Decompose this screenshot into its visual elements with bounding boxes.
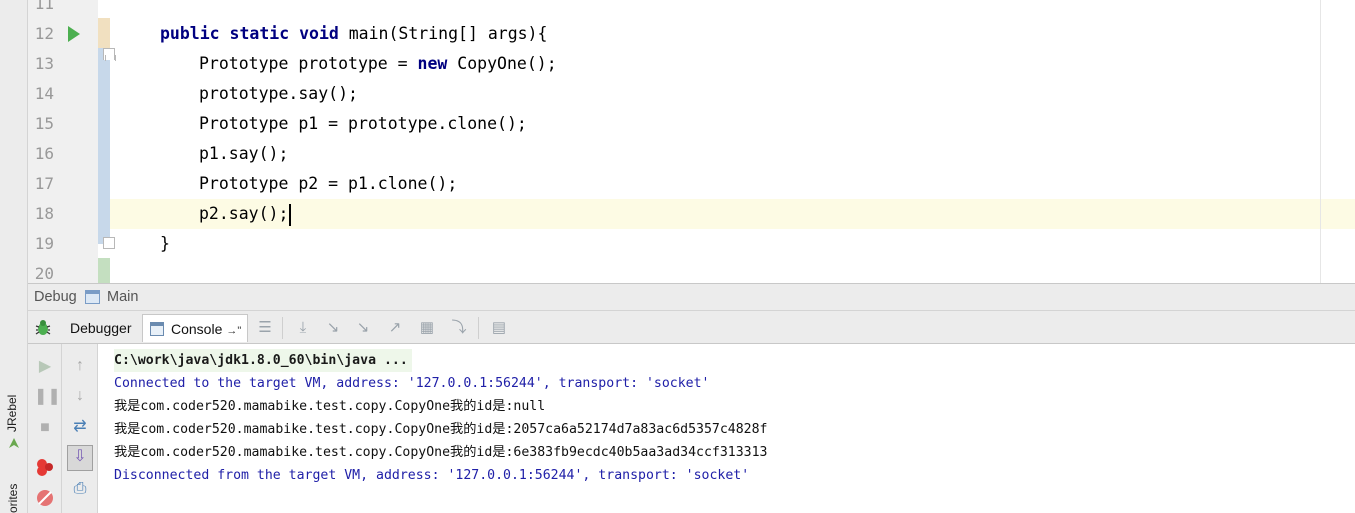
force-step-into-icon[interactable]: ↘: [354, 319, 372, 337]
console-line: Connected to the target VM, address: '12…: [114, 376, 710, 391]
keyword: public static void: [160, 24, 339, 43]
view-breakpoints-icon[interactable]: [34, 456, 56, 478]
console-actions-column: ↑ ↓ ⇄ ⇩ ⎙: [62, 344, 98, 513]
keyword: new: [417, 54, 448, 73]
console-line: 我是com.coder520.mamabike.test.copy.CopyOn…: [114, 422, 768, 437]
code-token: CopyOne();: [447, 54, 557, 73]
tab-console[interactable]: Console →": [142, 314, 249, 342]
code-token: p2.say();: [199, 204, 289, 223]
console-output[interactable]: C:\work\java\jdk1.8.0_60\bin\java ... Co…: [98, 344, 1355, 513]
code-line: 18 p2.say();: [28, 199, 1355, 229]
scroll-to-end-icon[interactable]: ⇩: [67, 445, 93, 471]
code-text: p1.say();: [199, 144, 289, 163]
code-text: Prototype p2 = p1.clone();: [199, 174, 458, 193]
tab-restore-icon[interactable]: →": [226, 325, 241, 337]
step-out-icon[interactable]: ↗: [386, 319, 404, 337]
code-line: 17 Prototype p2 = p1.clone();: [28, 169, 1355, 199]
code-token: main(String[] args){: [338, 24, 548, 43]
text-caret: [289, 203, 292, 226]
tab-debugger[interactable]: Debugger: [64, 314, 138, 342]
toolbar-separator: [478, 317, 479, 339]
console-icon: [150, 322, 164, 336]
console-line: Disconnected from the target VM, address…: [114, 468, 750, 483]
code-line: 20: [28, 259, 1355, 283]
code-text: prototype.say();: [199, 84, 358, 103]
debug-tool-window-header: Debug Main: [28, 283, 1355, 311]
line-number: 18: [34, 204, 54, 223]
console-line: 我是com.coder520.mamabike.test.copy.CopyOn…: [114, 399, 546, 414]
debug-tab-bar: Debugger Console →" ☰ ⤓ ↘ ↘ ↗ ▦ ⤵ ▤: [28, 311, 1355, 344]
debug-title: Debug: [34, 289, 77, 305]
up-arrow-icon[interactable]: ↑: [69, 355, 91, 377]
mute-breakpoints-icon[interactable]: [34, 487, 56, 509]
code-text: Prototype prototype = new CopyOne();: [199, 49, 557, 79]
code-line: 11: [28, 0, 1355, 19]
run-gutter-icon[interactable]: [68, 26, 80, 42]
resume-icon[interactable]: ▶: [34, 356, 56, 378]
line-number: 20: [34, 264, 54, 283]
tab-console-label: Console: [171, 321, 223, 337]
code-text: public static void main(String[] args){: [160, 19, 547, 49]
code-line: 19 }: [28, 229, 1355, 259]
line-number: 15: [34, 114, 54, 133]
jrebel-tab[interactable]: JRebel: [5, 395, 19, 432]
line-number: 13: [34, 54, 54, 73]
line-number: 16: [34, 144, 54, 163]
debug-actions-column: ▶ ❚❚ ■: [28, 344, 62, 513]
code-editor[interactable]: 11 12 public static void main(String[] a…: [28, 0, 1355, 283]
step-into-icon[interactable]: ↘: [324, 319, 342, 337]
left-tool-strip: JRebel orites: [0, 0, 28, 513]
line-number: 17: [34, 174, 54, 193]
console-command-line: C:\work\java\jdk1.8.0_60\bin\java ...: [114, 349, 412, 372]
run-config-name[interactable]: Main: [107, 289, 138, 305]
code-line: 15 Prototype p1 = prototype.clone();: [28, 109, 1355, 139]
line-number: 19: [34, 234, 54, 253]
code-line: 13 Prototype prototype = new CopyOne();: [28, 49, 1355, 79]
down-arrow-icon[interactable]: ↓: [69, 385, 91, 407]
line-number: 11: [34, 0, 54, 13]
show-execution-point-icon[interactable]: ☰: [256, 319, 274, 337]
toolbar-separator: [282, 317, 283, 339]
pause-icon[interactable]: ❚❚: [34, 386, 61, 408]
soft-wrap-icon[interactable]: ⇄: [69, 416, 91, 438]
jrebel-icon: [9, 438, 19, 448]
line-number: 12: [34, 24, 54, 43]
bug-icon[interactable]: [32, 317, 54, 339]
code-token: Prototype prototype =: [199, 54, 418, 73]
line-number: 14: [34, 84, 54, 103]
favorites-tab[interactable]: orites: [6, 484, 20, 513]
print-icon[interactable]: ⎙: [69, 478, 91, 500]
drop-frame-icon[interactable]: ▦: [418, 319, 436, 337]
run-to-cursor-icon[interactable]: ⤵: [450, 319, 468, 337]
fold-marker[interactable]: [103, 237, 115, 249]
run-config-icon: [85, 290, 100, 304]
evaluate-expression-icon[interactable]: ▤: [490, 319, 508, 337]
code-text: p2.say();: [199, 199, 292, 229]
console-line: 我是com.coder520.mamabike.test.copy.CopyOn…: [114, 445, 768, 460]
code-line: 16 p1.say();: [28, 139, 1355, 169]
step-over-icon[interactable]: ⤓: [294, 319, 312, 337]
code-text: Prototype p1 = prototype.clone();: [199, 114, 527, 133]
code-line: 12 public static void main(String[] args…: [28, 19, 1355, 61]
code-line: 14 prototype.say();: [28, 79, 1355, 109]
code-text: }: [160, 234, 170, 253]
stop-icon[interactable]: ■: [34, 417, 56, 439]
